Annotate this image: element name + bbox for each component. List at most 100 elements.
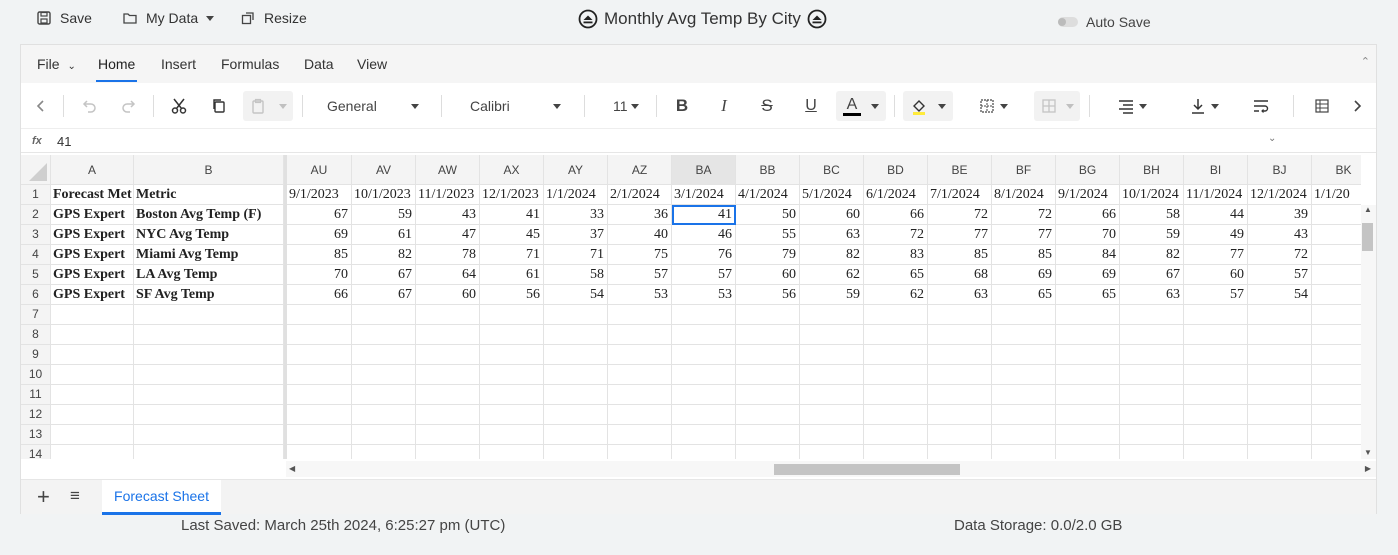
data-cell[interactable]: 58	[544, 265, 608, 285]
empty-cell[interactable]	[480, 305, 544, 325]
sheet-list-icon[interactable]: ≡	[70, 486, 80, 506]
data-cell[interactable]: 76	[672, 245, 736, 265]
conditional-format-button[interactable]	[1309, 91, 1337, 121]
empty-cell[interactable]	[1312, 445, 1361, 459]
data-cell[interactable]: 72	[864, 225, 928, 245]
column-header[interactable]: B	[134, 155, 284, 185]
tab-data[interactable]: Data	[304, 56, 334, 72]
empty-cell[interactable]	[134, 425, 284, 445]
empty-cell[interactable]	[480, 345, 544, 365]
row-number[interactable]: 6	[21, 285, 51, 305]
column-header[interactable]: AX	[480, 155, 544, 185]
data-cell[interactable]: 57	[1184, 285, 1248, 305]
header-cell[interactable]: 5/1/2024	[800, 185, 864, 205]
empty-cell[interactable]	[864, 425, 928, 445]
row-number[interactable]: 2	[21, 205, 51, 225]
data-cell[interactable]: 60	[800, 205, 864, 225]
empty-cell[interactable]	[736, 325, 800, 345]
header-cell[interactable]: 12/1/2023	[480, 185, 544, 205]
scroll-right-icon[interactable]: ▶	[1365, 464, 1371, 473]
column-header[interactable]: BH	[1120, 155, 1184, 185]
spreadsheet-grid[interactable]: A B AU AV AW AX AY AZ BA BB BC BD BE BF BG BH BI BJ BK 1 For…	[21, 155, 1361, 459]
empty-cell[interactable]	[352, 425, 416, 445]
empty-cell[interactable]	[1248, 405, 1312, 425]
empty-cell[interactable]	[1184, 445, 1248, 459]
empty-cell[interactable]	[1120, 325, 1184, 345]
empty-cell[interactable]	[608, 325, 672, 345]
data-cell[interactable]: 66	[1056, 205, 1120, 225]
empty-cell[interactable]	[1120, 445, 1184, 459]
data-cell[interactable]: 72	[928, 205, 992, 225]
data-cell[interactable]: 66	[287, 285, 352, 305]
row-number[interactable]: 8	[21, 325, 51, 345]
empty-cell[interactable]	[51, 445, 134, 459]
empty-cell[interactable]	[134, 345, 284, 365]
data-cell[interactable]: 45	[480, 225, 544, 245]
data-cell[interactable]: 69	[1056, 265, 1120, 285]
empty-cell[interactable]	[134, 405, 284, 425]
data-cell[interactable]: 41	[480, 205, 544, 225]
empty-cell[interactable]	[287, 345, 352, 365]
header-cell[interactable]: 11/1/2023	[416, 185, 480, 205]
empty-cell[interactable]	[672, 445, 736, 459]
empty-cell[interactable]	[416, 325, 480, 345]
empty-cell[interactable]	[1248, 325, 1312, 345]
header-cell[interactable]: 9/1/2024	[1056, 185, 1120, 205]
column-header[interactable]: BE	[928, 155, 992, 185]
empty-cell[interactable]	[544, 345, 608, 365]
cell-metric[interactable]: Miami Avg Temp	[134, 245, 284, 265]
empty-cell[interactable]	[1056, 365, 1120, 385]
empty-cell[interactable]	[736, 365, 800, 385]
cut-icon[interactable]	[167, 91, 191, 121]
empty-cell[interactable]	[992, 425, 1056, 445]
number-format-select[interactable]: General	[327, 91, 419, 121]
data-cell[interactable]: 46	[672, 225, 736, 245]
empty-cell[interactable]	[1312, 365, 1361, 385]
empty-cell[interactable]	[1056, 305, 1120, 325]
cell-metric[interactable]: Boston Avg Temp (F)	[134, 205, 284, 225]
data-cell[interactable]: 75	[608, 245, 672, 265]
data-cell[interactable]: 77	[928, 225, 992, 245]
empty-cell[interactable]	[800, 305, 864, 325]
data-cell[interactable]: 60	[416, 285, 480, 305]
empty-cell[interactable]	[672, 425, 736, 445]
empty-cell[interactable]	[480, 425, 544, 445]
empty-cell[interactable]	[928, 405, 992, 425]
empty-cell[interactable]	[287, 405, 352, 425]
empty-cell[interactable]	[134, 365, 284, 385]
empty-cell[interactable]	[352, 325, 416, 345]
data-cell[interactable]	[1312, 225, 1361, 245]
add-sheet-icon[interactable]: +	[37, 484, 50, 510]
data-cell[interactable]: 85	[992, 245, 1056, 265]
empty-cell[interactable]	[51, 385, 134, 405]
data-cell[interactable]: 69	[287, 225, 352, 245]
empty-cell[interactable]	[352, 385, 416, 405]
empty-cell[interactable]	[480, 325, 544, 345]
data-cell[interactable]: 55	[736, 225, 800, 245]
data-cell[interactable]: 67	[287, 205, 352, 225]
collapse-ribbon-icon[interactable]: ⌃	[1361, 55, 1370, 68]
empty-cell[interactable]	[672, 305, 736, 325]
empty-cell[interactable]	[1312, 345, 1361, 365]
empty-cell[interactable]	[1120, 305, 1184, 325]
column-header[interactable]: AY	[544, 155, 608, 185]
fill-color-button[interactable]	[903, 91, 953, 121]
column-header[interactable]: AW	[416, 155, 480, 185]
empty-cell[interactable]	[416, 345, 480, 365]
row-number[interactable]: 4	[21, 245, 51, 265]
data-cell[interactable]: 47	[416, 225, 480, 245]
formula-input[interactable]: 41	[57, 134, 71, 149]
data-cell[interactable]: 78	[416, 245, 480, 265]
scroll-up-icon[interactable]: ▲	[1364, 205, 1372, 214]
empty-cell[interactable]	[544, 305, 608, 325]
font-size-select[interactable]: 11	[613, 91, 639, 121]
data-cell[interactable]: 37	[544, 225, 608, 245]
data-cell[interactable]: 65	[1056, 285, 1120, 305]
empty-cell[interactable]	[928, 445, 992, 459]
empty-cell[interactable]	[416, 365, 480, 385]
save-button[interactable]: Save	[36, 10, 92, 26]
scroll-left-icon[interactable]	[31, 91, 51, 121]
cell-metric[interactable]: SF Avg Temp	[134, 285, 284, 305]
data-cell[interactable]: 60	[736, 265, 800, 285]
empty-cell[interactable]	[672, 365, 736, 385]
